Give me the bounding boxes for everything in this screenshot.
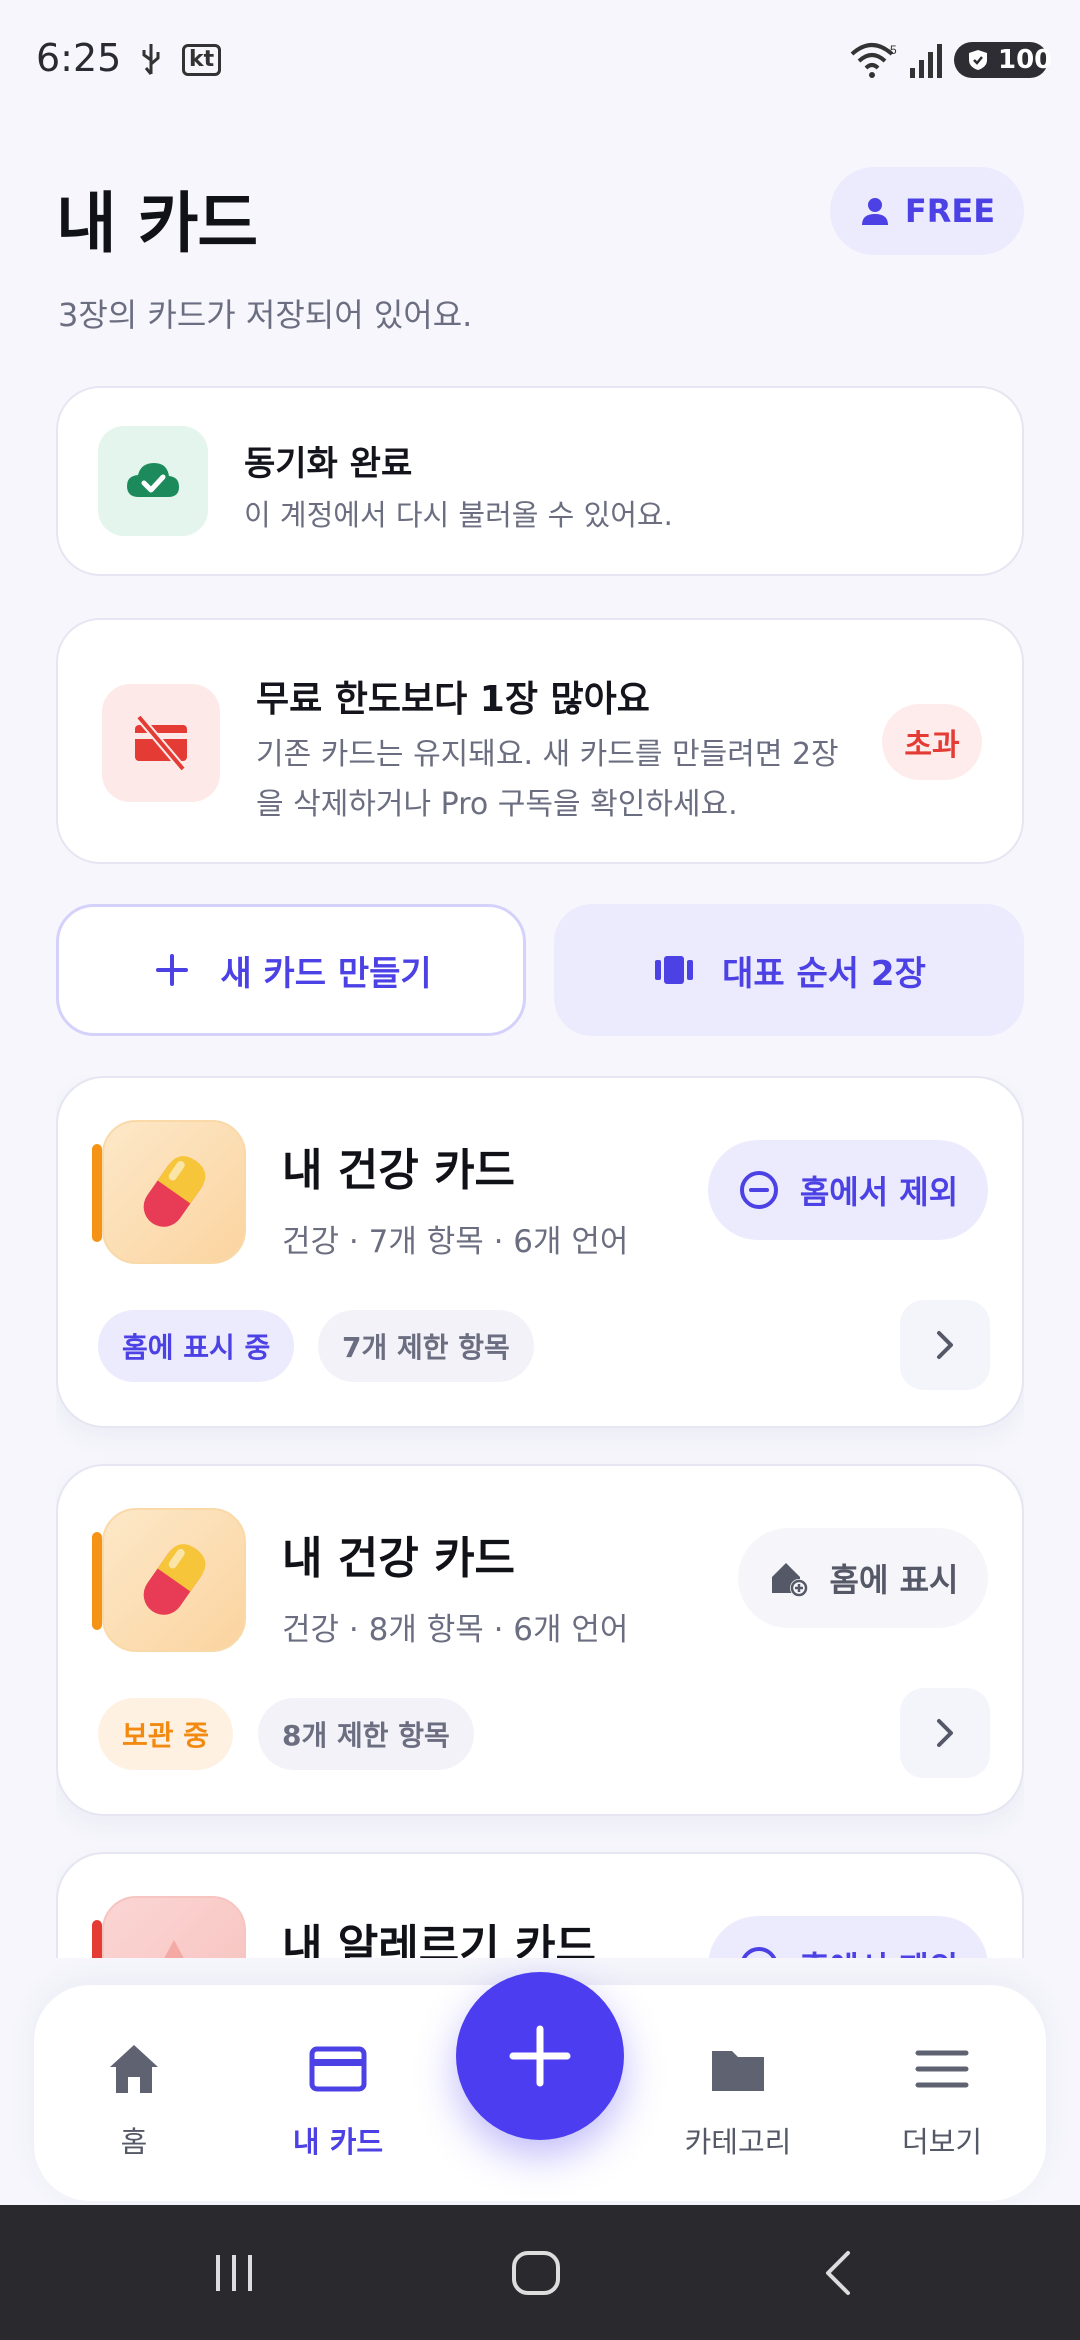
card-accent-bar [92,1144,102,1242]
menu-icon [915,2050,969,2088]
card-icon [309,2046,367,2092]
user-icon [861,198,888,225]
card-name: 내 건강 카드 [282,1533,516,1584]
nav-my-cards[interactable]: 내 카드 [248,1985,428,2201]
card-item[interactable]: 내 건강 카드 건강 · 7개 항목 · 6개 언어 홈에서 제외 홈에 표시 … [56,1076,1024,1428]
usb-icon [142,44,160,75]
minus-circle-icon [739,1171,778,1209]
show-on-home-label: 홈에 표시 [829,1561,959,1599]
card-meta: 건강 · 8개 항목 · 6개 언어 [282,1612,629,1648]
remove-from-home-label: 홈에서 제외 [800,1943,958,1958]
nav-my-cards-label: 내 카드 [292,2125,384,2159]
sync-description: 이 계정에서 다시 불러올 수 있어요. [244,498,673,532]
featured-order-button[interactable]: 대표 순서 2장 [554,904,1024,1036]
pill-icon [102,1120,246,1264]
limit-warning-card: 무료 한도보다 1장 많아요 기존 카드는 유지돼요. 새 카드를 만들려면 2… [56,618,1024,864]
folder-icon [712,2051,764,2091]
home-button-icon[interactable] [508,2245,564,2301]
home-add-icon [771,1563,808,1597]
featured-order-label: 대표 순서 2장 [722,953,926,994]
add-card-fab[interactable] [456,1972,624,2140]
back-icon[interactable] [812,2245,868,2301]
plus-icon [156,954,189,986]
nav-home[interactable]: 홈 [44,1985,224,2201]
card-name: 내 건강 카드 [282,1145,516,1196]
show-on-home-button[interactable]: 홈에 표시 [738,1528,988,1628]
warning-icon [102,1896,246,1958]
wifi-icon: 5 [850,43,897,78]
pill-icon [102,1508,246,1652]
remove-from-home-button[interactable]: 홈에서 제외 [708,1140,988,1240]
plan-label: FREE [904,192,996,230]
card-off-icon [102,684,220,802]
remove-from-home-button[interactable]: 홈에서 제외 [708,1916,988,1958]
card-name: 내 알레르기 카드 [282,1921,596,1958]
limit-description: 기존 카드는 유지돼요. 새 카드를 만들려면 2장을 삭제하거나 Pro 구독… [256,737,839,822]
exceeded-badge: 초과 [882,704,982,780]
page-subtitle: 3장의 카드가 저장되어 있어요. [58,296,473,334]
new-card-button[interactable]: 새 카드 만들기 [56,904,526,1036]
nav-more[interactable]: 더보기 [852,1985,1032,2201]
sync-title: 동기화 완료 [244,444,413,484]
minus-circle-icon [741,1947,777,1958]
nav-category[interactable]: 카테고리 [648,1985,828,2201]
chevron-right-icon [937,1331,953,1359]
restricted-items-badge: 8개 제한 항목 [258,1698,474,1770]
nav-more-label: 더보기 [901,2125,983,2159]
card-item[interactable]: 내 알레르기 카드 홈에서 제외 [56,1852,1024,1958]
nav-category-label: 카테고리 [684,2125,792,2159]
limit-title: 무료 한도보다 1장 많아요 [256,679,650,720]
signal-icon [910,44,942,78]
recents-icon[interactable] [206,2245,262,2301]
carousel-icon [655,956,694,984]
battery-indicator: 100 [954,42,1052,78]
card-meta: 건강 · 7개 항목 · 6개 언어 [282,1224,629,1260]
system-nav-bar [0,2205,1080,2340]
card-item[interactable]: 내 건강 카드 건강 · 8개 항목 · 6개 언어 홈에 표시 보관 중 8개… [56,1464,1024,1816]
restricted-items-badge: 7개 제한 항목 [318,1310,534,1382]
home-icon [110,2045,158,2093]
nav-home-label: 홈 [120,2125,148,2159]
plus-icon [509,2025,571,2087]
plan-button[interactable]: FREE [830,167,1024,255]
sync-status-card: 동기화 완료 이 계정에서 다시 불러올 수 있어요. [56,386,1024,576]
card-accent-bar [92,1920,102,1958]
new-card-label: 새 카드 만들기 [220,953,432,994]
chevron-right-icon [937,1719,953,1747]
status-bar: 6:25 kt 5 100 [0,0,1080,120]
card-accent-bar [92,1532,102,1630]
status-badge: 홈에 표시 중 [98,1310,295,1382]
status-badge: 보관 중 [98,1698,234,1770]
svg-text:5: 5 [890,43,897,57]
battery-level: 100 [998,45,1053,75]
status-time: 6:25 [36,36,122,80]
card-list[interactable]: 내 건강 카드 건강 · 7개 항목 · 6개 언어 홈에서 제외 홈에 표시 … [56,1076,1024,1958]
shield-icon [969,50,987,70]
carrier-badge: kt [182,44,222,76]
card-detail-button[interactable] [900,1300,990,1390]
remove-from-home-label: 홈에서 제외 [799,1173,959,1211]
page-title: 내 카드 [56,185,258,262]
cloud-check-icon [98,426,208,536]
card-detail-button[interactable] [900,1688,990,1778]
